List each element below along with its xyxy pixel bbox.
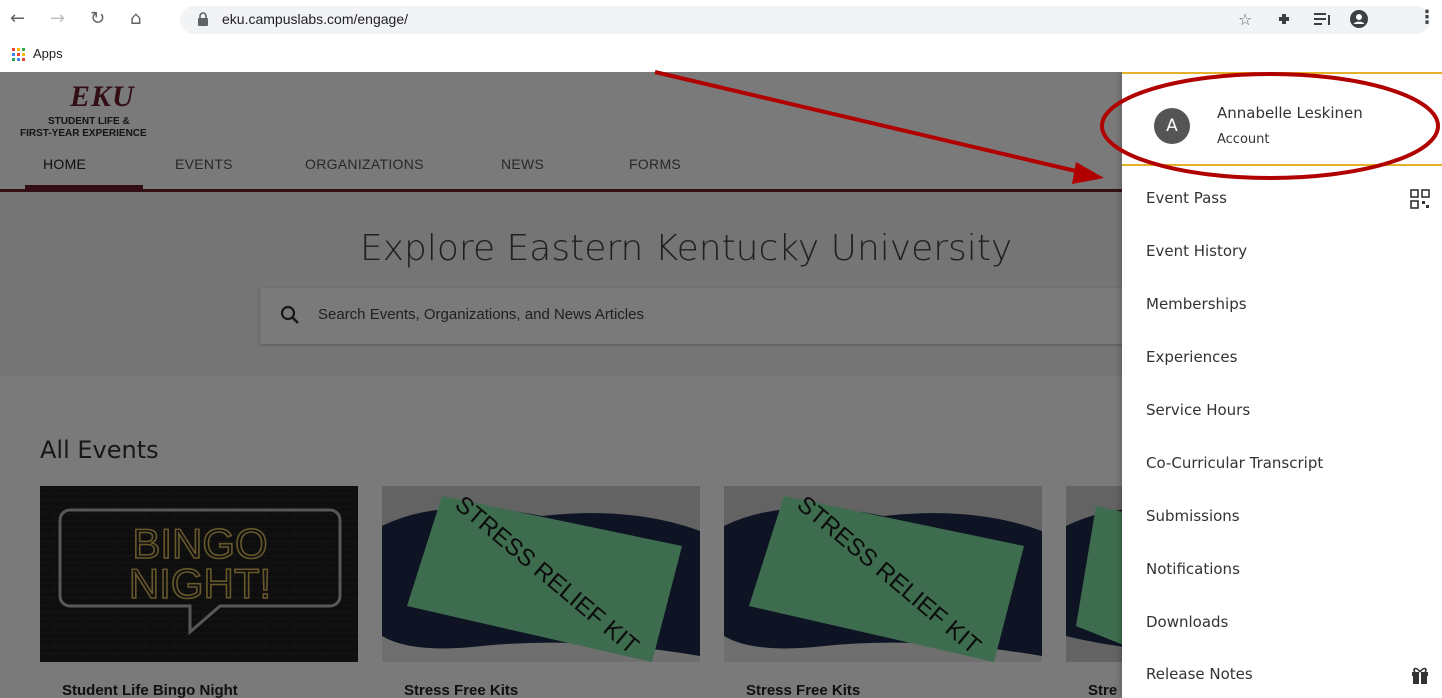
address-bar[interactable]: eku.campuslabs.com/engage/ ☆ (180, 6, 1430, 34)
menu-item-label: Memberships (1146, 295, 1247, 313)
search-placeholder: Search Events, Organizations, and News A… (318, 306, 644, 323)
menu-item-label: Experiences (1146, 348, 1238, 366)
nav-home[interactable]: HOME (43, 156, 86, 172)
event-card[interactable]: STRESS RELIEF KIT Stress Free Kits (382, 486, 700, 698)
menu-item-co-curricular-transcript[interactable]: Co-Curricular Transcript (1122, 439, 1442, 491)
profile-icon[interactable] (1350, 10, 1368, 28)
menu-item-label: Release Notes (1146, 665, 1253, 683)
menu-item-label: Service Hours (1146, 401, 1251, 419)
home-icon[interactable]: ⌂ (130, 9, 141, 29)
forward-icon[interactable]: → (50, 9, 65, 29)
menu-item-notifications[interactable]: Notifications (1122, 545, 1442, 597)
menu-item-label: Submissions (1146, 507, 1240, 525)
event-image-stress-kit: STRESS RELIEF KIT (724, 486, 1042, 662)
event-title: Stress Free Kits (746, 682, 861, 698)
search-icon (280, 305, 299, 324)
back-icon[interactable]: ← (10, 9, 25, 29)
reload-icon[interactable]: ↻ (90, 9, 105, 29)
event-card[interactable]: STRESS RELIEF KIT Stress Free Kits (724, 486, 1042, 698)
menu-item-experiences[interactable]: Experiences (1122, 333, 1442, 385)
menu-item-submissions[interactable]: Submissions (1122, 492, 1442, 544)
menu-item-label: Co-Curricular Transcript (1146, 454, 1324, 472)
lock-icon (198, 12, 208, 26)
menu-item-release-notes[interactable]: Release Notes (1122, 650, 1442, 698)
qr-code-icon (1410, 189, 1430, 209)
avatar: A (1154, 108, 1190, 144)
url-text: eku.campuslabs.com/engage/ (222, 11, 408, 27)
event-title: Stre (1088, 682, 1118, 698)
page: EKU STUDENT LIFE & FIRST-YEAR EXPERIENCE… (0, 72, 1442, 698)
menu-item-label: Event History (1146, 242, 1248, 260)
menu-item-downloads[interactable]: Downloads (1122, 598, 1442, 650)
logo-eku: EKU (70, 80, 135, 113)
account-label: Account (1217, 132, 1270, 147)
account-header[interactable]: A Annabelle Leskinen Account (1122, 72, 1442, 166)
site-logo[interactable]: EKU STUDENT LIFE & FIRST-YEAR EXPERIENCE (20, 80, 220, 140)
event-title: Stress Free Kits (404, 682, 519, 698)
extensions-icon[interactable] (1276, 11, 1292, 27)
account-menu: A Annabelle Leskinen Account Event Pass … (1122, 72, 1442, 698)
night-text: NIGHT! (129, 560, 271, 607)
event-image-bingo: BINGO NIGHT! (40, 486, 358, 662)
menu-item-label: Downloads (1146, 613, 1229, 631)
nav-events[interactable]: EVENTS (175, 156, 233, 172)
gift-icon (1412, 667, 1428, 684)
account-name: Annabelle Leskinen (1217, 104, 1363, 122)
bookmarks-bar: Apps (0, 38, 1442, 73)
menu-item-memberships[interactable]: Memberships (1122, 280, 1442, 332)
nav-forms[interactable]: FORMS (629, 156, 681, 172)
nav-organizations[interactable]: ORGANIZATIONS (305, 156, 424, 172)
logo-subtitle-2: FIRST-YEAR EXPERIENCE (20, 128, 147, 139)
more-menu-icon[interactable]: ⋮ (1418, 7, 1436, 28)
menu-item-event-history[interactable]: Event History (1122, 227, 1442, 279)
nav-news[interactable]: NEWS (501, 156, 544, 172)
apps-bookmark[interactable]: Apps (33, 46, 63, 61)
event-image-stress-kit: STRESS RELIEF KIT (382, 486, 700, 662)
menu-item-event-pass[interactable]: Event Pass (1122, 174, 1442, 226)
apps-grid-icon[interactable] (12, 48, 26, 62)
menu-item-label: Event Pass (1146, 189, 1227, 207)
media-control-icon[interactable] (1314, 11, 1332, 27)
menu-item-label: Notifications (1146, 560, 1240, 578)
browser-toolbar: ← → ↻ ⌂ eku.campuslabs.com/engage/ ☆ ⋮ (0, 0, 1442, 38)
event-title: Student Life Bingo Night (62, 682, 238, 698)
menu-item-service-hours[interactable]: Service Hours (1122, 386, 1442, 438)
logo-subtitle-1: STUDENT LIFE & (48, 116, 130, 127)
section-title: All Events (40, 436, 159, 464)
event-card[interactable]: BINGO NIGHT! Student Life Bingo Night (40, 486, 358, 698)
star-icon[interactable]: ☆ (1238, 10, 1252, 29)
